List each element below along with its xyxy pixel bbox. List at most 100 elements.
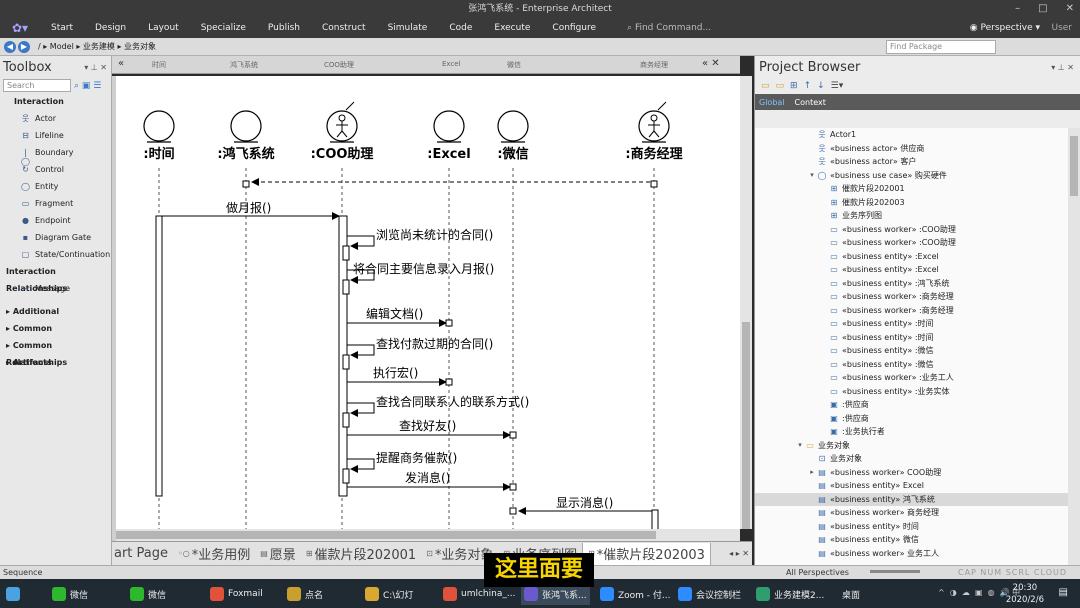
toolbox-item-actor[interactable]: 웃 Actor xyxy=(0,110,111,127)
toolbox-item-endpoint[interactable]: ● Endpoint xyxy=(0,212,111,229)
menu-layout[interactable]: Layout xyxy=(137,23,190,33)
tree-item[interactable]: ▤ «business entity» 微信 xyxy=(755,533,1069,547)
tree-item[interactable]: ▭ «business worker» :COO助理 xyxy=(755,236,1069,250)
tab-business-use-case[interactable]: ◦○ *业务用例 xyxy=(173,544,255,563)
menu-construct[interactable]: Construct xyxy=(311,23,377,33)
status-perspective[interactable]: All Perspectives xyxy=(786,566,849,579)
scroll-thumb[interactable] xyxy=(1070,136,1078,196)
browser-scrollbar[interactable] xyxy=(1068,128,1080,565)
zoom-slider[interactable] xyxy=(870,570,920,573)
tree-item[interactable]: ▭ «business entity» :微信 xyxy=(755,358,1069,372)
diagram-horizontal-scrollbar[interactable] xyxy=(116,529,740,541)
menu-design[interactable]: Design xyxy=(84,23,137,33)
toolbox-section-common-relationships[interactable]: ▸ Common Relationships xyxy=(0,337,111,367)
tree-item[interactable]: ⊡ 业务对象 xyxy=(755,452,1069,466)
tab-cuikuan-202001[interactable]: ⊞ 催款片段202001 xyxy=(301,544,421,563)
tree-item[interactable]: ⊞ 催款片段202001 xyxy=(755,182,1069,196)
tree-item[interactable]: ▾ ▭ 业务对象 xyxy=(755,439,1069,453)
taskbar-app[interactable]: 微信 xyxy=(130,583,166,605)
new-diagram-icon[interactable]: ⊞ xyxy=(790,81,798,91)
move-down-icon[interactable]: ↓ xyxy=(817,81,825,91)
tree-item[interactable]: ▭ «business entity» :Excel xyxy=(755,263,1069,277)
tree-item[interactable]: ⊞ 催款片段202003 xyxy=(755,196,1069,210)
tree-item[interactable]: ▭ «business worker» :商务经理 xyxy=(755,304,1069,318)
perspective-button[interactable]: ◉ Perspective ▾ xyxy=(970,23,1040,33)
tree-item[interactable]: ▤ «business entity» 鸿飞系统 xyxy=(755,492,1069,506)
toolbox-search-input[interactable]: Search xyxy=(3,79,71,92)
tab-start-page[interactable]: art Page xyxy=(112,546,173,561)
minimize-icon[interactable]: – xyxy=(1015,0,1020,18)
tree-item[interactable]: ▣:业务执行者 xyxy=(755,425,1069,439)
maximize-icon[interactable]: □ xyxy=(1038,0,1047,18)
diagram-vertical-scrollbar[interactable] xyxy=(740,76,752,529)
sequence-diagram-canvas[interactable]: :时间:鸿飞系统:COO助理:Excel:微信:商务经理 做月报() 浏览尚未统计的… xyxy=(116,76,740,529)
taskbar-app[interactable]: Foxmail xyxy=(210,583,263,605)
toolbox-item-entity[interactable]: ◯ Entity xyxy=(0,178,111,195)
tree-item[interactable]: 웃 Actor1 xyxy=(755,128,1069,142)
toolbox-item-control[interactable]: ↻ Control xyxy=(0,161,111,178)
taskbar-app[interactable]: Zoom - 付... xyxy=(600,583,671,605)
pin-icon[interactable]: ▾ ⊥ ✕ xyxy=(84,63,107,72)
tree-item[interactable]: ▸ ▤ «business worker» COO助理 xyxy=(755,466,1069,480)
toolbox-section-interaction-relationships[interactable]: Interaction Relationships xyxy=(0,263,111,293)
tab-global[interactable]: Global xyxy=(759,98,785,107)
tab-scroll-icon[interactable]: ◂ ▸ ✕ xyxy=(729,549,749,558)
notification-icon[interactable]: ▤ xyxy=(1059,587,1068,598)
tree-item[interactable]: ▤ «business worker» 商务经理 xyxy=(755,506,1069,520)
tree-item[interactable]: ▭ «business entity» :业务实体 xyxy=(755,385,1069,399)
desktop-toolbar[interactable]: 桌面 xyxy=(842,583,860,605)
tree-item[interactable]: ▤ «business worker» 业务工人 xyxy=(755,547,1069,561)
toolbox-item-boundary[interactable]: |◯ Boundary xyxy=(0,144,111,166)
toolbox-section-interaction[interactable]: Interaction xyxy=(0,93,111,110)
scroll-thumb[interactable] xyxy=(742,322,750,529)
menu-start[interactable]: Start xyxy=(40,23,84,33)
tree-item[interactable]: ⊞ 业务序列图 xyxy=(755,209,1069,223)
tree-item[interactable]: ▭ «business worker» :商务经理 xyxy=(755,290,1069,304)
tree-item[interactable]: ▭ «business worker» :业务工人 xyxy=(755,371,1069,385)
expand-arrow-icon[interactable]: ▸ xyxy=(807,466,817,480)
ea-logo-icon[interactable]: ✿▾ xyxy=(0,21,40,35)
taskbar-clock[interactable]: 20:30 2020/2/6 xyxy=(1006,582,1044,606)
tree-item[interactable]: 웃 «business actor» 供应商 xyxy=(755,142,1069,156)
search-icon[interactable]: ⌕ ▣ ☰ xyxy=(74,81,101,91)
tab-context[interactable]: Context xyxy=(795,98,826,107)
move-up-icon[interactable]: ↑ xyxy=(804,81,812,91)
menu-execute[interactable]: Execute xyxy=(483,23,541,33)
toolbox-item-lifeline[interactable]: ⊟ Lifeline xyxy=(0,127,111,144)
menu-specialize[interactable]: Specialize xyxy=(190,23,257,33)
tab-cuikuan-202003[interactable]: ⊞*催款片段202003 xyxy=(582,542,711,565)
find-package-input[interactable]: Find Package xyxy=(886,40,996,54)
taskbar-app[interactable]: 点名 xyxy=(287,583,323,605)
tree-item[interactable]: ▭ «business worker» :COO助理 xyxy=(755,223,1069,237)
tree-item[interactable]: 웃 «business actor» 客户 xyxy=(755,155,1069,169)
toolbox-item-diagram-gate[interactable]: ▪ Diagram Gate xyxy=(0,229,111,246)
tree-item[interactable]: ▾ ◯ «business use case» 购买硬件 xyxy=(755,169,1069,183)
tree-item[interactable]: ▭ «business entity» :时间 xyxy=(755,317,1069,331)
taskbar-app[interactable]: 微信 xyxy=(52,583,88,605)
tree-item[interactable]: ▤ «business entity» Excel xyxy=(755,479,1069,493)
start-button[interactable] xyxy=(6,583,20,605)
tree-item[interactable]: ▣:供应商 xyxy=(755,412,1069,426)
tree-item[interactable]: ▭ «business entity» :Excel xyxy=(755,250,1069,264)
taskbar-app[interactable]: 业务建模2... xyxy=(756,583,824,605)
toolbox-item-fragment[interactable]: ▭ Fragment xyxy=(0,195,111,212)
toolbox-item-state[interactable]: ▢ State/Continuation xyxy=(0,246,111,263)
toolbox-section-common[interactable]: ▸ Common xyxy=(0,320,111,337)
tree-item[interactable]: ▭ «business entity» :时间 xyxy=(755,331,1069,345)
expand-arrow-icon[interactable]: ▾ xyxy=(807,169,817,183)
menu-configure[interactable]: Configure xyxy=(541,23,607,33)
breadcrumb[interactable]: / ▸ Model ▸ 业务建模 ▸ 业务对象 xyxy=(38,41,156,52)
expand-arrow-icon[interactable]: ▾ xyxy=(795,439,805,453)
tree-item[interactable]: ▤ «business entity» 时间 xyxy=(755,520,1069,534)
menu-simulate[interactable]: Simulate xyxy=(377,23,439,33)
tree-item[interactable]: ▣:供应商 xyxy=(755,398,1069,412)
user-label[interactable]: User xyxy=(1051,23,1072,33)
collapse-left-icon[interactable]: « xyxy=(118,58,124,69)
new-package-icon[interactable]: ▭ xyxy=(761,81,770,91)
taskbar-app[interactable]: C:\幻灯 xyxy=(365,583,413,605)
scroll-thumb[interactable] xyxy=(116,531,656,539)
menu-publish[interactable]: Publish xyxy=(257,23,311,33)
close-icon[interactable]: ✕ xyxy=(1066,0,1074,18)
menu-code[interactable]: Code xyxy=(438,23,483,33)
toolbox-section-additional[interactable]: ▸ Additional xyxy=(0,303,111,320)
